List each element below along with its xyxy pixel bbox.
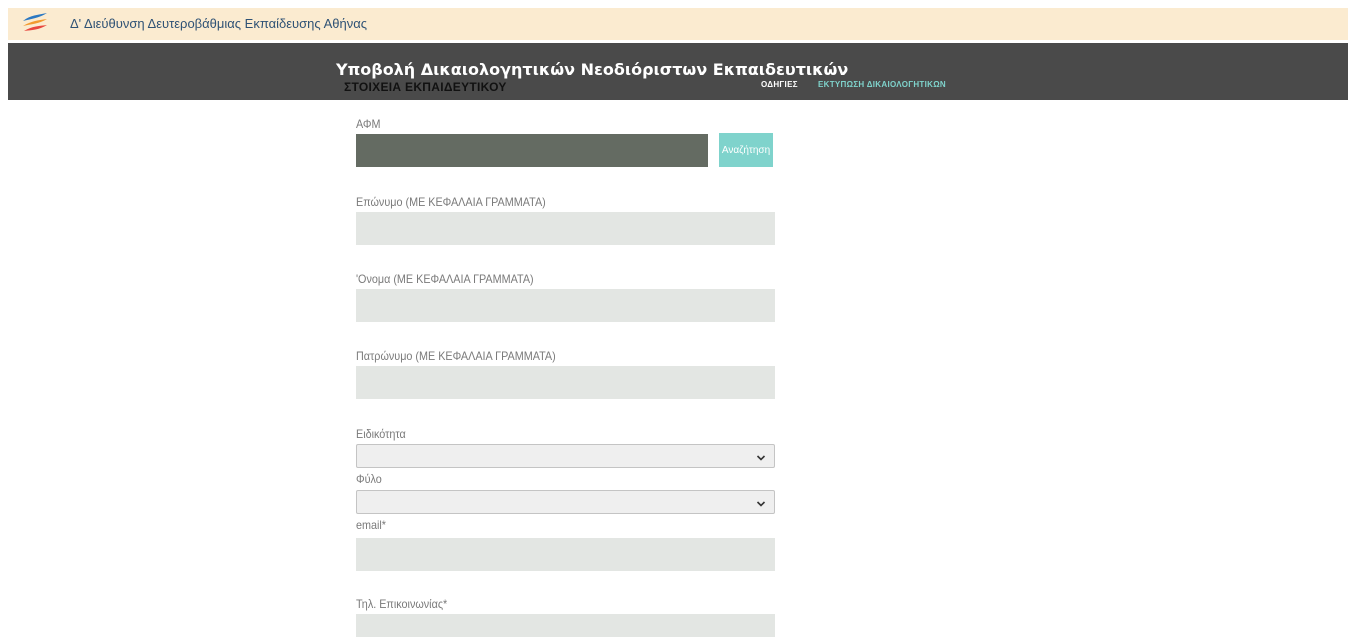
surname-label: Επώνυμο (ΜΕ ΚΕΦΑΛΑΙΑ ΓΡΑΜΜΑΤΑ)	[356, 195, 546, 209]
email-input[interactable]	[356, 538, 775, 571]
phone-label: Τηλ. Επικοινωνίας*	[356, 597, 448, 611]
page-title: Υποβολή Δικαιολογητικών Νεοδιόριστων Εκπ…	[336, 60, 849, 79]
name-input[interactable]	[356, 289, 775, 322]
logo-icon	[22, 12, 48, 36]
father-name-input[interactable]	[356, 366, 775, 399]
phone-input[interactable]	[356, 614, 775, 637]
chevron-down-icon	[756, 450, 766, 461]
father-name-label: Πατρώνυμο (ΜΕ ΚΕΦΑΛΑΙΑ ΓΡΑΜΜΑΤΑ)	[356, 349, 556, 363]
surname-input[interactable]	[356, 212, 775, 245]
gender-label: Φύλο	[356, 472, 382, 486]
page-header: Υποβολή Δικαιολογητικών Νεοδιόριστων Εκπ…	[8, 43, 1348, 100]
gender-select[interactable]	[356, 490, 775, 514]
specialty-label: Ειδικότητα	[356, 427, 406, 441]
nav-print-link[interactable]: ΕΚΤΥΠΩΣΗ ΔΙΚΑΙΟΛΟΓΗΤΙΚΩΝ	[818, 80, 946, 89]
top-bar: Δ' Διεύθυνση Δευτεροβάθμιας Εκπαίδευσης …	[8, 8, 1348, 40]
afm-input[interactable]	[356, 134, 708, 167]
specialty-select[interactable]	[356, 444, 775, 468]
name-label: 'Ονομα (ΜΕ ΚΕΦΑΛΑΙΑ ΓΡΑΜΜΑΤΑ)	[356, 272, 534, 286]
afm-label: ΑΦΜ	[356, 117, 381, 131]
nav-guide-link[interactable]: ΟΔΗΓΙΕΣ	[761, 80, 798, 89]
email-label: email*	[356, 518, 387, 532]
section-title: ΣΤΟΙΧΕΙΑ ΕΚΠΑΙΔΕΥΤΙΚΟΥ	[344, 80, 507, 94]
search-button[interactable]: Αναζήτηση	[719, 133, 773, 167]
site-title: Δ' Διεύθυνση Δευτεροβάθμιας Εκπαίδευσης …	[70, 16, 367, 31]
chevron-down-icon	[756, 496, 766, 507]
